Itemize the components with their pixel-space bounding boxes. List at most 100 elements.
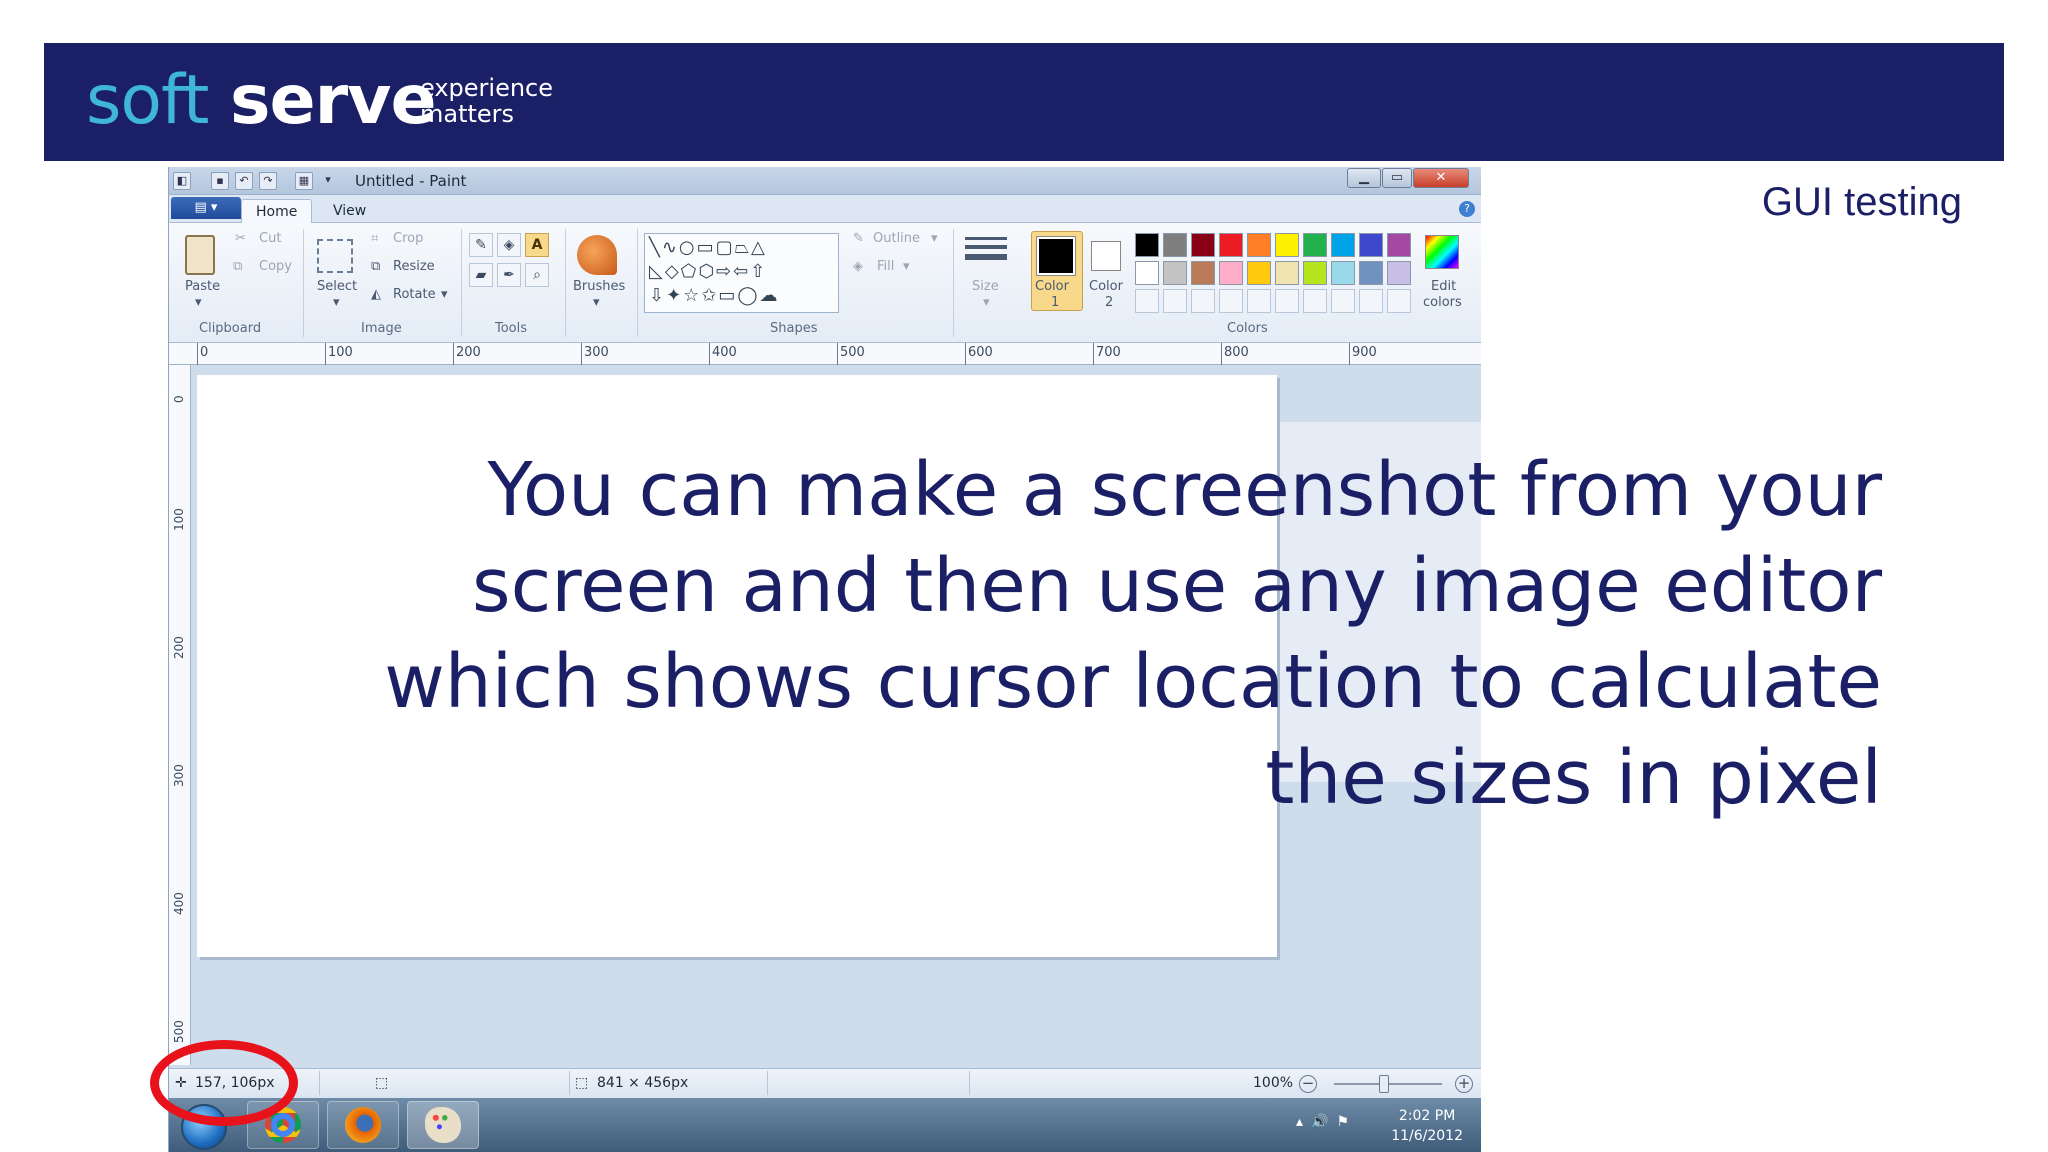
ruler-tick [709, 343, 710, 365]
palette-swatch[interactable] [1191, 261, 1215, 285]
palette-swatch[interactable] [1247, 233, 1271, 257]
paste-button[interactable]: Paste [185, 279, 220, 294]
ruler-label: 0 [200, 345, 209, 360]
taskbar-firefox-button[interactable] [327, 1101, 399, 1149]
select-icon[interactable] [317, 239, 353, 273]
outline-icon: ✎ [853, 231, 864, 246]
maximize-button[interactable]: ▭ [1382, 168, 1412, 188]
color1-swatch[interactable] [1036, 236, 1076, 276]
palette-empty-swatch[interactable] [1219, 289, 1243, 313]
outline-button[interactable]: Outline [873, 231, 920, 246]
brushes-button[interactable]: Brushes [573, 279, 625, 294]
edit-colors-label[interactable]: Edit [1431, 279, 1456, 294]
palette-swatch[interactable] [1275, 233, 1299, 257]
ribbon-separator [303, 229, 304, 337]
eraser-icon[interactable]: ▰ [469, 263, 493, 287]
status-separator [969, 1071, 970, 1095]
undo-icon[interactable]: ↶ [235, 172, 253, 190]
colors-group-label: Colors [1227, 321, 1268, 336]
ribbon-separator [637, 229, 638, 337]
ruler-label: 500 [840, 345, 865, 360]
palette-swatch[interactable] [1359, 233, 1383, 257]
text-tool-icon[interactable]: A [525, 233, 549, 257]
crop-button[interactable]: Crop [393, 231, 423, 246]
rotate-icon: ◭ [371, 287, 381, 302]
palette-empty-swatch[interactable] [1331, 289, 1355, 313]
palette-swatch[interactable] [1163, 233, 1187, 257]
help-icon[interactable]: ? [1459, 201, 1475, 217]
palette-swatch[interactable] [1303, 261, 1327, 285]
color2-label: Color [1089, 279, 1123, 294]
palette-empty-swatch[interactable] [1387, 289, 1411, 313]
palette-swatch[interactable] [1387, 261, 1411, 285]
copy-button[interactable]: Copy [259, 259, 292, 274]
size-dropdown-icon[interactable]: ▾ [983, 295, 990, 310]
palette-swatch[interactable] [1331, 261, 1355, 285]
palette-empty-swatch[interactable] [1275, 289, 1299, 313]
taskbar-clock[interactable]: 2:02 PM 11/6/2012 [1391, 1106, 1463, 1146]
ruler-label: 600 [968, 345, 993, 360]
minimize-button[interactable]: ▁ [1347, 168, 1381, 188]
edit-colors-label-2[interactable]: colors [1423, 295, 1462, 310]
quick-access-dropdown-icon[interactable]: ▾ [319, 172, 337, 190]
system-tray[interactable]: ▴🔊⚑ [1296, 1114, 1357, 1130]
zoom-slider-thumb[interactable] [1379, 1075, 1389, 1093]
resize-button[interactable]: Resize [393, 259, 435, 274]
palette-swatch[interactable] [1135, 261, 1159, 285]
palette-empty-swatch[interactable] [1191, 289, 1215, 313]
edit-colors-icon[interactable] [1425, 235, 1459, 269]
fill-bucket-icon[interactable]: ◈ [497, 233, 521, 257]
taskbar-paint-button[interactable] [407, 1101, 479, 1149]
ruler-label: 0 [172, 395, 186, 403]
select-dropdown-icon[interactable]: ▾ [333, 295, 340, 310]
rotate-button[interactable]: Rotate [393, 287, 436, 302]
brush-icon[interactable] [577, 235, 617, 275]
close-button[interactable]: ✕ [1413, 168, 1469, 188]
cut-button[interactable]: Cut [259, 231, 281, 246]
paste-icon[interactable] [185, 235, 215, 275]
tools-group-label: Tools [495, 321, 528, 336]
brushes-dropdown-icon[interactable]: ▾ [593, 295, 600, 310]
file-menu-button[interactable]: ▤ ▾ [171, 197, 241, 219]
palette-swatch[interactable] [1163, 261, 1187, 285]
size-button[interactable]: Size [972, 279, 999, 294]
palette-swatch[interactable] [1275, 261, 1299, 285]
save-icon[interactable]: ▪ [211, 172, 229, 190]
palette-swatch[interactable] [1387, 233, 1411, 257]
rotate-dropdown-icon[interactable]: ▾ [441, 287, 448, 302]
palette-empty-swatch[interactable] [1135, 289, 1159, 313]
pencil-icon[interactable]: ✎ [469, 233, 493, 257]
color2-swatch[interactable] [1091, 241, 1121, 271]
paste-dropdown-icon[interactable]: ▾ [195, 295, 202, 310]
palette-swatch[interactable] [1135, 233, 1159, 257]
fill-dropdown-icon[interactable]: ▾ [903, 259, 910, 274]
properties-icon[interactable]: ▦ [295, 172, 313, 190]
palette-swatch[interactable] [1191, 233, 1215, 257]
color-picker-icon[interactable]: ✒ [497, 263, 521, 287]
zoom-in-button[interactable]: + [1455, 1075, 1473, 1093]
paint-icon [425, 1107, 461, 1143]
palette-swatch[interactable] [1331, 233, 1355, 257]
size-icon[interactable] [965, 237, 1007, 267]
palette-swatch[interactable] [1219, 261, 1243, 285]
palette-swatch[interactable] [1219, 233, 1243, 257]
outline-dropdown-icon[interactable]: ▾ [931, 231, 938, 246]
palette-empty-swatch[interactable] [1163, 289, 1187, 313]
zoom-out-button[interactable]: − [1299, 1075, 1317, 1093]
paint-app-icon[interactable]: ◧ [173, 172, 191, 190]
palette-swatch[interactable] [1303, 233, 1327, 257]
status-separator [319, 1071, 320, 1095]
palette-empty-swatch[interactable] [1359, 289, 1383, 313]
fill-button[interactable]: Fill [877, 259, 894, 274]
magnifier-icon[interactable]: ⌕ [525, 263, 549, 287]
palette-swatch[interactable] [1247, 261, 1271, 285]
ruler-tick [965, 343, 966, 365]
tab-view[interactable]: View [319, 199, 380, 224]
select-button[interactable]: Select [317, 279, 357, 294]
palette-swatch[interactable] [1359, 261, 1383, 285]
shapes-gallery[interactable]: ╲∿○▭▢⏢△ ◺◇⬠⬡⇨⇦⇧ ⇩✦☆✩▭◯☁ [644, 233, 839, 313]
redo-icon[interactable]: ↷ [259, 172, 277, 190]
palette-empty-swatch[interactable] [1303, 289, 1327, 313]
tab-home[interactable]: Home [241, 199, 313, 224]
palette-empty-swatch[interactable] [1247, 289, 1271, 313]
